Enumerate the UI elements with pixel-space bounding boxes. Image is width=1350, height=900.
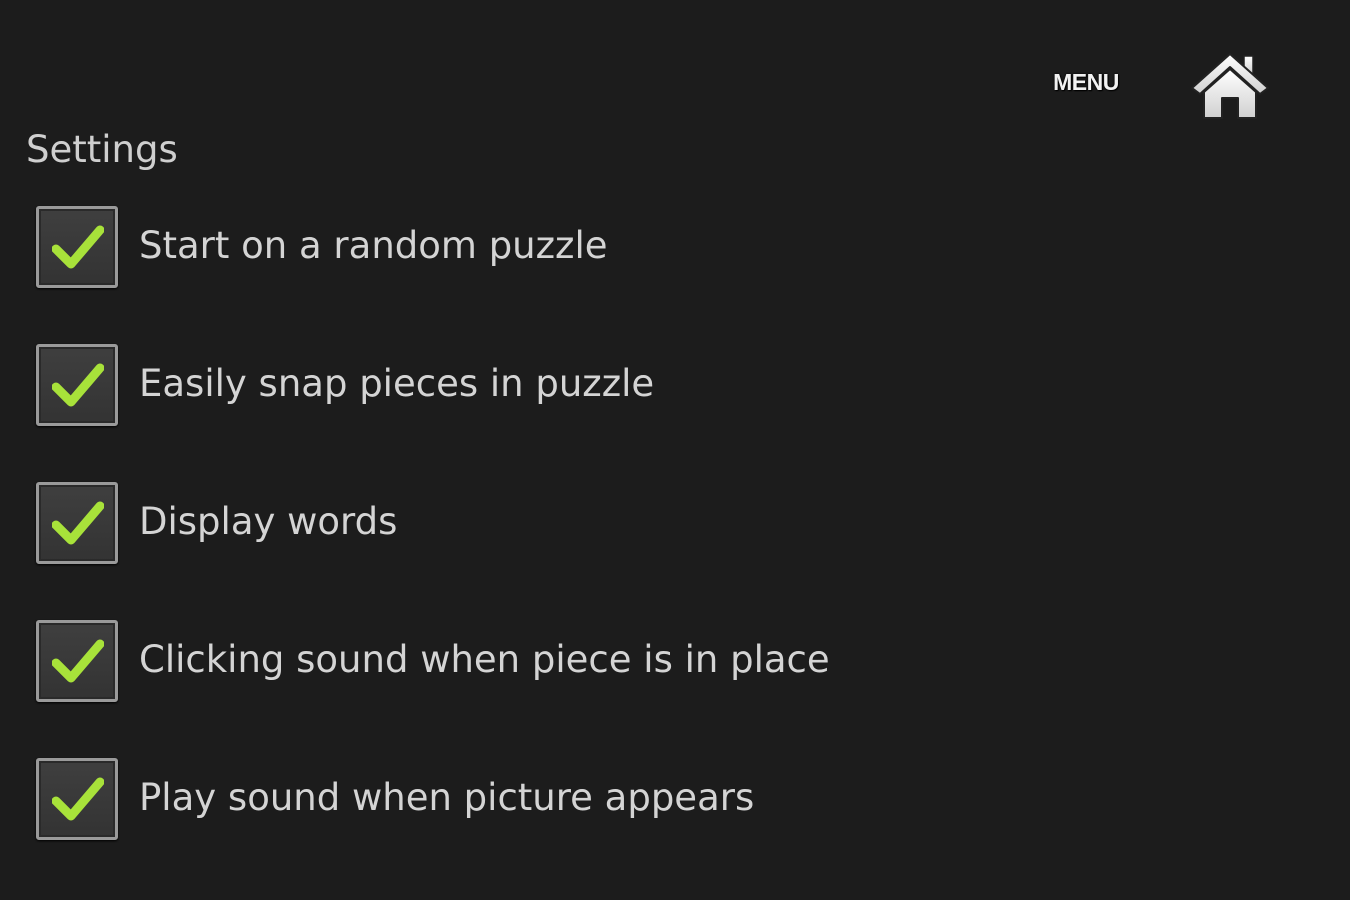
- setting-label: Play sound when picture appears: [139, 776, 755, 819]
- menu-button[interactable]: MENU: [1040, 62, 1132, 102]
- settings-list: Start on a random puzzle Easily snap pie…: [0, 200, 1350, 890]
- setting-random-puzzle[interactable]: Start on a random puzzle: [0, 200, 1350, 338]
- top-bar: MENU: [0, 0, 1350, 125]
- setting-label: Easily snap pieces in puzzle: [139, 362, 655, 405]
- setting-label: Start on a random puzzle: [139, 224, 608, 267]
- home-button[interactable]: [1188, 48, 1272, 124]
- setting-label: Display words: [139, 500, 398, 543]
- setting-clicking-sound[interactable]: Clicking sound when piece is in place: [0, 614, 1350, 752]
- setting-picture-sound[interactable]: Play sound when picture appears: [0, 752, 1350, 890]
- display-words-checkbox[interactable]: [36, 482, 118, 564]
- picture-sound-checkbox[interactable]: [36, 758, 118, 840]
- random-puzzle-checkbox[interactable]: [36, 206, 118, 288]
- setting-snap-pieces[interactable]: Easily snap pieces in puzzle: [0, 338, 1350, 476]
- snap-pieces-checkbox[interactable]: [36, 344, 118, 426]
- settings-title: Settings: [26, 128, 178, 171]
- setting-display-words[interactable]: Display words: [0, 476, 1350, 614]
- settings-screen: MENU Settings Start on a random puzzle E…: [0, 0, 1350, 900]
- home-icon: [1188, 48, 1272, 124]
- setting-label: Clicking sound when piece is in place: [139, 638, 830, 681]
- clicking-sound-checkbox[interactable]: [36, 620, 118, 702]
